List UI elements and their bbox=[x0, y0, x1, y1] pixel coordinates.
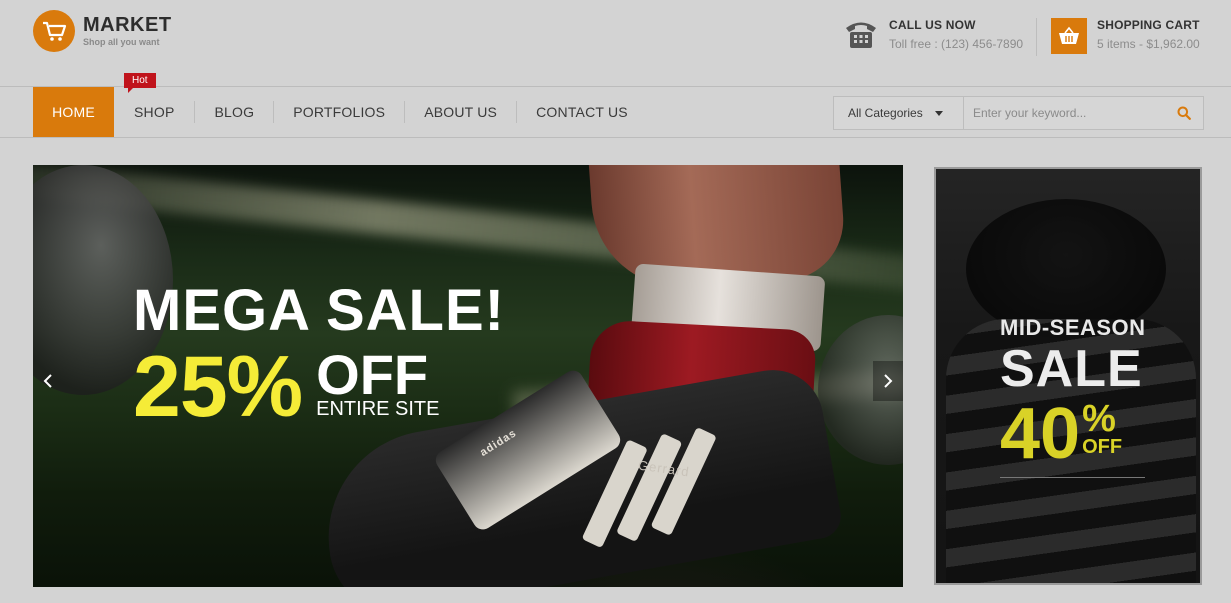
header-divider bbox=[1036, 18, 1037, 56]
call-us-block: CALL US NOW Toll free : (123) 456-7890 bbox=[843, 18, 1023, 55]
hot-badge: Hot bbox=[124, 73, 156, 93]
search-icon bbox=[1177, 106, 1191, 120]
side-off-label: OFF bbox=[1082, 436, 1123, 458]
chevron-left-icon bbox=[43, 374, 52, 388]
caret-down-icon bbox=[934, 110, 943, 116]
site-logo[interactable]: MARKET Shop all you want bbox=[33, 10, 172, 52]
nav-item-label: ABOUT US bbox=[424, 104, 498, 120]
side-discount-sign: % bbox=[1082, 398, 1116, 440]
side-discount-number: 40 bbox=[1000, 394, 1081, 474]
nav-item-label: SHOP bbox=[134, 104, 175, 120]
category-select-value: All Categories bbox=[848, 106, 923, 120]
hero-caption: MEGA SALE! 25% OFF ENTIRE SITE bbox=[133, 278, 505, 435]
search-button[interactable] bbox=[1165, 97, 1203, 129]
search-input[interactable] bbox=[964, 97, 1165, 129]
hero-headline: MEGA SALE! bbox=[133, 278, 505, 343]
brand-tagline: Shop all you want bbox=[83, 37, 160, 47]
side-promo-banner[interactable]: MID-SEASON SALE 40 % OFF bbox=[934, 167, 1202, 585]
shopping-cart-summary: 5 items - $1,962.00 bbox=[1097, 37, 1200, 51]
nav-item-shop[interactable]: SHOP bbox=[114, 87, 194, 137]
nav-item-home[interactable]: HOME bbox=[33, 87, 114, 137]
nav-item-label: HOME bbox=[52, 104, 95, 120]
main-menu: HOME SHOP BLOG PORTFOLIOS ABOUT US CONTA… bbox=[33, 87, 647, 137]
call-us-number: Toll free : (123) 456-7890 bbox=[889, 37, 1024, 51]
slider-prev-button[interactable] bbox=[33, 361, 63, 401]
side-banner-caption: MID-SEASON SALE 40 % OFF bbox=[1000, 315, 1146, 474]
nav-item-contact-us[interactable]: CONTACT US bbox=[517, 87, 647, 137]
nav-item-blog[interactable]: BLOG bbox=[195, 87, 273, 137]
side-banner-line1: MID-SEASON bbox=[1000, 315, 1146, 340]
nav-item-portfolios[interactable]: PORTFOLIOS bbox=[274, 87, 404, 137]
hero-off-label: OFF bbox=[316, 343, 429, 406]
nav-item-label: CONTACT US bbox=[536, 104, 628, 120]
shopping-cart-icon bbox=[33, 10, 75, 52]
nav-item-about-us[interactable]: ABOUT US bbox=[405, 87, 516, 137]
category-select[interactable]: All Categories bbox=[834, 97, 964, 129]
hero-subtitle: ENTIRE SITE bbox=[316, 398, 440, 420]
nav-item-label: BLOG bbox=[214, 104, 255, 120]
hero-slider: adidas Gerrard MEGA SALE! 25% OFF ENTIRE… bbox=[33, 165, 903, 587]
chevron-right-icon bbox=[884, 374, 893, 388]
main-navbar: HOME SHOP BLOG PORTFOLIOS ABOUT US CONTA… bbox=[0, 73, 1231, 138]
slider-next-button[interactable] bbox=[873, 361, 903, 401]
nav-item-label: PORTFOLIOS bbox=[293, 104, 386, 120]
basket-icon bbox=[1051, 18, 1087, 54]
call-us-title: CALL US NOW bbox=[889, 18, 976, 32]
side-banner-divider bbox=[1000, 477, 1145, 478]
search-bar: All Categories bbox=[833, 96, 1204, 130]
hero-discount-percent: 25% bbox=[133, 339, 303, 435]
telephone-icon bbox=[843, 18, 879, 55]
shopping-cart-block[interactable]: SHOPPING CART 5 items - $1,962.00 bbox=[1051, 18, 1200, 54]
side-banner-line2: SALE bbox=[1000, 340, 1143, 398]
shopping-cart-title: SHOPPING CART bbox=[1097, 18, 1200, 32]
brand-name: MARKET bbox=[83, 14, 172, 36]
